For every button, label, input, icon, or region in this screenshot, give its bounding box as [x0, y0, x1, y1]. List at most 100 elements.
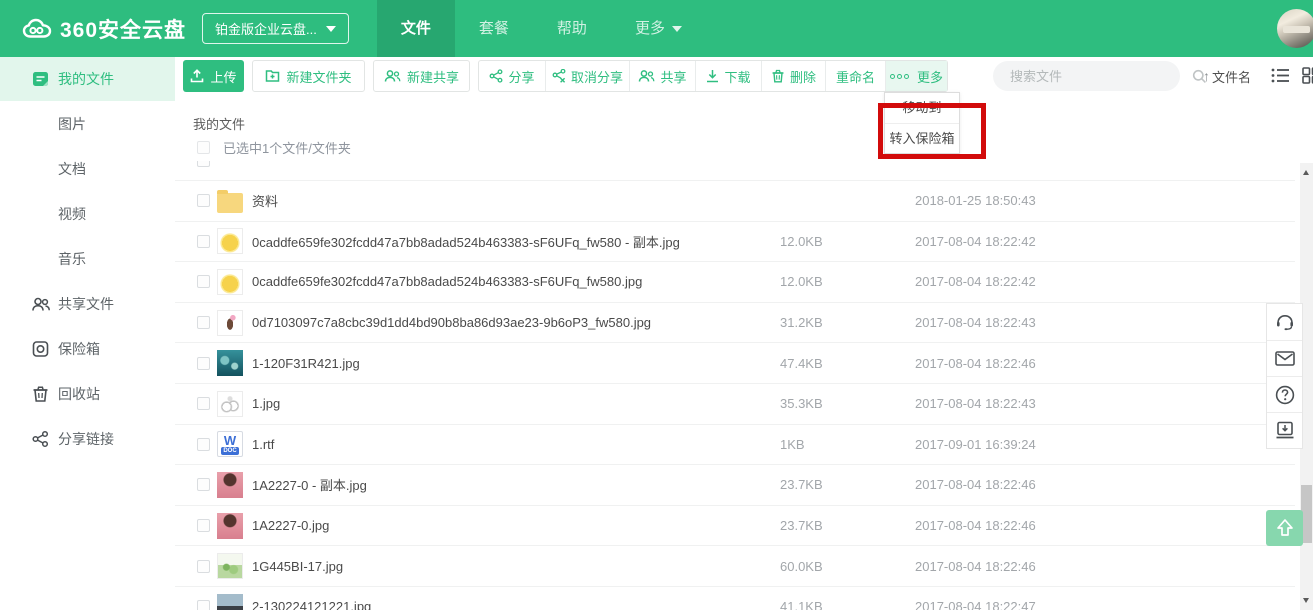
file-name[interactable]: 0caddfe659fe302fcdd47a7bb8adad524b463383… [252, 232, 780, 251]
file-thumbnail-icon [217, 513, 243, 539]
sidebar-item-shared-files[interactable]: 共享文件 [0, 281, 175, 326]
search-bar [993, 61, 1180, 91]
chevron-down-icon [326, 26, 336, 32]
menu-item-to-safe-box[interactable]: 转入保险箱 [885, 123, 959, 153]
row-checkbox[interactable] [197, 275, 210, 288]
file-name[interactable]: 2-130224121221.jpg [252, 599, 780, 610]
breadcrumb[interactable]: 我的文件 [193, 114, 245, 133]
file-name[interactable]: 1-120F31R421.jpg [252, 356, 780, 371]
upload-button[interactable]: 上传 [183, 60, 244, 92]
upload-icon [190, 69, 204, 83]
file-name[interactable]: 1A2227-0 - 副本.jpg [252, 475, 780, 494]
file-name[interactable]: 1.jpg [252, 396, 780, 411]
row-checkbox[interactable] [197, 478, 210, 491]
sidebar-item-pictures[interactable]: 图片 [0, 101, 175, 146]
row-checkbox[interactable] [197, 600, 210, 610]
shared-button[interactable]: 共享 [629, 61, 695, 91]
file-row[interactable]: 1-120F31R421.jpg 47.4KB 2017-08-04 18:22… [175, 343, 1295, 384]
clipped-selected-row[interactable] [175, 161, 1295, 181]
file-thumbnail-icon [217, 472, 243, 498]
row-checkbox[interactable] [197, 316, 210, 329]
more-dropdown-menu: 移动到 转入保险箱 [884, 92, 960, 154]
file-date: 2017-09-01 16:39:24 [915, 437, 1295, 452]
file-row[interactable]: 资料 2018-01-25 18:50:43 [175, 181, 1295, 222]
row-checkbox[interactable] [197, 519, 210, 532]
file-date: 2017-08-04 18:22:42 [915, 274, 1295, 289]
help-icon[interactable] [1267, 376, 1302, 412]
share-button[interactable]: 分享 [479, 61, 545, 91]
cancel-share-button[interactable]: 取消分享 [545, 61, 629, 91]
file-name[interactable]: 1G445BI-17.jpg [252, 559, 780, 574]
file-row[interactable]: 1G445BI-17.jpg 60.0KB 2017-08-04 18:22:4… [175, 546, 1295, 587]
file-name[interactable]: 0d7103097c7a8cbc39d1dd4bd90b8ba86d93ae23… [252, 315, 780, 330]
scroll-up-arrow-icon[interactable] [1303, 170, 1309, 175]
row-checkbox[interactable] [197, 397, 210, 410]
sidebar-item-my-files[interactable]: 我的文件 [0, 57, 175, 101]
user-avatar[interactable] [1277, 9, 1313, 48]
mail-icon[interactable] [1267, 340, 1302, 376]
row-checkbox[interactable] [197, 438, 210, 451]
file-row[interactable]: WDOC 1.rtf 1KB 2017-09-01 16:39:24 [175, 425, 1295, 466]
file-row[interactable]: 1.jpg 35.3KB 2017-08-04 18:22:43 [175, 384, 1295, 425]
tab-help[interactable]: 帮助 [533, 0, 611, 57]
delete-button[interactable]: 删除 [761, 61, 825, 91]
more-button[interactable]: 更多 移动到 转入保险箱 [885, 61, 947, 91]
customer-service-icon[interactable] [1267, 304, 1302, 340]
file-size: 31.2KB [780, 315, 915, 330]
file-name[interactable]: 1A2227-0.jpg [252, 518, 780, 533]
download-button[interactable]: 下载 [695, 61, 761, 91]
search-input[interactable] [993, 69, 1192, 84]
sidebar-item-videos[interactable]: 视频 [0, 191, 175, 236]
file-name[interactable]: 资料 [252, 191, 780, 210]
safe-box-icon [31, 339, 50, 358]
new-share-button[interactable]: 新建共享 [373, 60, 470, 92]
scroll-down-arrow-icon[interactable] [1303, 598, 1309, 603]
main-content: 上传 新建文件夹 新建共享 [175, 57, 1313, 610]
row-checkbox[interactable] [197, 161, 210, 167]
rtf-letter: W [218, 434, 242, 447]
rename-button[interactable]: 重命名 [825, 61, 885, 91]
file-thumbnail-icon [217, 594, 243, 610]
main-nav: 文件 套餐 帮助 更多 [377, 0, 706, 57]
file-row[interactable]: 0caddfe659fe302fcdd47a7bb8adad524b463383… [175, 262, 1295, 303]
file-name[interactable]: 0caddfe659fe302fcdd47a7bb8adad524b463383… [252, 274, 780, 289]
list-view-icon[interactable] [1271, 67, 1290, 89]
sidebar-item-documents[interactable]: 文档 [0, 146, 175, 191]
share-links-icon [31, 429, 50, 448]
recycle-bin-icon [31, 384, 50, 403]
new-folder-button[interactable]: 新建文件夹 [252, 60, 365, 92]
file-thumbnail-icon [217, 391, 243, 417]
tab-files[interactable]: 文件 [377, 0, 455, 57]
people-icon [638, 69, 655, 83]
file-row[interactable]: 0d7103097c7a8cbc39d1dd4bd90b8ba86d93ae23… [175, 303, 1295, 344]
row-checkbox[interactable] [197, 357, 210, 370]
tab-more[interactable]: 更多 [611, 0, 706, 57]
file-row[interactable]: 0caddfe659fe302fcdd47a7bb8adad524b463383… [175, 222, 1295, 263]
row-checkbox[interactable] [197, 235, 210, 248]
file-name[interactable]: 1.rtf [252, 437, 780, 452]
sidebar-item-safe-box[interactable]: 保险箱 [0, 326, 175, 371]
file-row[interactable]: 1A2227-0 - 副本.jpg 23.7KB 2017-08-04 18:2… [175, 465, 1295, 506]
shared-files-icon [31, 294, 50, 313]
sidebar-item-music[interactable]: 音乐 [0, 236, 175, 281]
plan-selector-dropdown[interactable]: 铂金版企业云盘... [202, 13, 349, 44]
tab-plans[interactable]: 套餐 [455, 0, 533, 57]
grid-view-icon[interactable] [1302, 67, 1313, 89]
file-row[interactable]: 2-130224121221.jpg 41.1KB 2017-08-04 18:… [175, 587, 1295, 610]
menu-item-move-to[interactable]: 移动到 [885, 93, 959, 123]
plan-selector-label: 铂金版企业云盘... [215, 19, 317, 38]
row-checkbox[interactable] [197, 194, 210, 207]
back-to-top-button[interactable] [1266, 510, 1303, 546]
file-date: 2017-08-04 18:22:46 [915, 559, 1295, 574]
select-all-checkbox[interactable] [197, 141, 210, 154]
file-size: 12.0KB [780, 274, 915, 289]
selection-bar: 已选中1个文件/文件夹 [197, 137, 351, 157]
file-size: 23.7KB [780, 477, 915, 492]
file-date: 2017-08-04 18:22:43 [915, 315, 1295, 330]
client-download-icon[interactable] [1267, 412, 1302, 448]
row-checkbox[interactable] [197, 560, 210, 573]
file-row[interactable]: 1A2227-0.jpg 23.7KB 2017-08-04 18:22:46 [175, 506, 1295, 547]
sidebar-item-share-links[interactable]: 分享链接 [0, 416, 175, 461]
sidebar-item-recycle-bin[interactable]: 回收站 [0, 371, 175, 416]
sort-control[interactable]: ↑ 文件名 [1203, 60, 1251, 92]
